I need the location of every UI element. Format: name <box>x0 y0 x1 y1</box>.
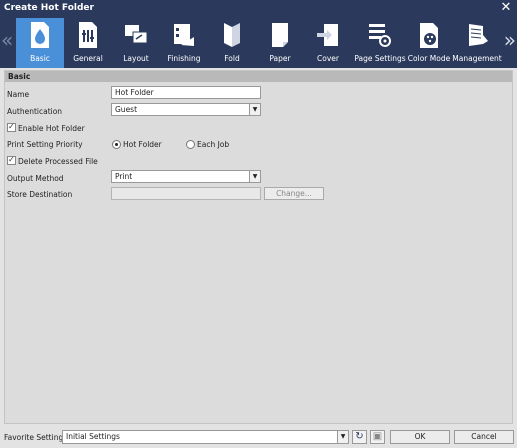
tab-management[interactable]: Management <box>452 18 502 68</box>
tab-finishing[interactable]: Finishing <box>160 18 208 68</box>
change-button: Change... <box>264 187 324 200</box>
favorite-setting-select[interactable]: Initial Settings ▼ <box>62 430 349 444</box>
title-bar: Create Hot Folder ✕ <box>0 0 517 18</box>
delete-processed-file-label: Delete Processed File <box>18 157 98 166</box>
scroll-left-icon[interactable]: « <box>1 30 13 50</box>
tab-paper[interactable]: Paper <box>256 18 304 68</box>
enable-hot-folder-label: Enable Hot Folder <box>18 124 85 133</box>
basic-icon <box>31 22 49 48</box>
create-hot-folder-window: Create Hot Folder ✕ « Basic General Layo… <box>0 0 517 448</box>
management-icon <box>469 24 488 46</box>
chevron-down-icon[interactable]: ▼ <box>249 104 260 115</box>
scroll-right-icon[interactable]: » <box>504 30 516 50</box>
favorite-setting-label: Favorite Setting <box>4 433 64 442</box>
name-label: Name <box>7 90 30 99</box>
name-input[interactable]: Hot Folder <box>111 86 261 99</box>
tab-fold[interactable]: Fold <box>208 18 256 68</box>
tab-label: Color Mode <box>407 54 451 63</box>
chevron-down-icon[interactable]: ▼ <box>337 431 348 443</box>
output-method-label: Output Method <box>7 174 64 183</box>
tab-label: Paper <box>269 54 291 63</box>
section-header: Basic <box>5 71 512 82</box>
priority-hot-folder-label: Hot Folder <box>123 140 162 149</box>
tab-layout[interactable]: Layout <box>112 18 160 68</box>
settings-panel: Basic Name Hot Folder Authentication Gue… <box>4 70 513 424</box>
tab-label: Finishing <box>167 54 201 63</box>
section-title: Basic <box>8 72 31 81</box>
page-settings-icon <box>369 24 391 47</box>
tab-label: Page Settings <box>354 54 406 63</box>
favorite-setting-value: Initial Settings <box>66 432 120 441</box>
tab-label: General <box>73 54 103 63</box>
output-method-select[interactable]: Print ▼ <box>111 170 261 183</box>
store-destination-input <box>111 187 261 200</box>
output-method-value: Print <box>115 172 133 181</box>
color-mode-icon <box>420 23 438 48</box>
priority-hot-folder-radio[interactable] <box>112 140 121 149</box>
tab-page-settings[interactable]: Page Settings <box>352 18 408 68</box>
priority-each-job-radio[interactable] <box>186 140 195 149</box>
save-icon: ▣ <box>372 431 383 442</box>
authentication-value: Guest <box>115 105 138 114</box>
close-icon[interactable]: ✕ <box>499 1 513 15</box>
authentication-select[interactable]: Guest ▼ <box>111 103 261 116</box>
finishing-icon <box>174 24 194 46</box>
tab-label: Basic <box>30 54 50 63</box>
general-icon <box>79 22 97 48</box>
delete-processed-file-checkbox[interactable] <box>7 155 16 165</box>
ok-button[interactable]: OK <box>390 430 450 444</box>
tab-label: Fold <box>224 54 240 63</box>
tab-basic[interactable]: Basic <box>16 18 64 68</box>
reload-favorite-button[interactable]: ↻ <box>352 430 367 444</box>
print-setting-priority-label: Print Setting Priority <box>7 140 83 149</box>
tab-cover[interactable]: Cover <box>304 18 352 68</box>
save-favorite-button[interactable]: ▣ <box>370 430 385 444</box>
refresh-icon: ↻ <box>355 431 364 442</box>
layout-icon <box>125 25 148 44</box>
authentication-label: Authentication <box>7 107 63 116</box>
enable-hot-folder-checkbox[interactable] <box>7 122 16 132</box>
window-title: Create Hot Folder <box>4 3 94 13</box>
store-destination-label: Store Destination <box>7 190 73 199</box>
settings-tab-ribbon: « Basic General Layout Finishing Fold Pa… <box>0 18 517 68</box>
tab-label: Cover <box>317 54 339 63</box>
paper-icon <box>272 23 288 47</box>
tab-label: Management <box>452 54 502 63</box>
tab-color-mode[interactable]: Color Mode <box>406 18 452 68</box>
cover-icon <box>317 24 338 46</box>
tab-general[interactable]: General <box>64 18 112 68</box>
tab-label: Layout <box>123 54 149 63</box>
fold-icon <box>224 23 240 47</box>
cancel-button[interactable]: Cancel <box>454 430 514 444</box>
chevron-down-icon[interactable]: ▼ <box>249 171 260 182</box>
priority-each-job-label: Each Job <box>197 140 230 149</box>
